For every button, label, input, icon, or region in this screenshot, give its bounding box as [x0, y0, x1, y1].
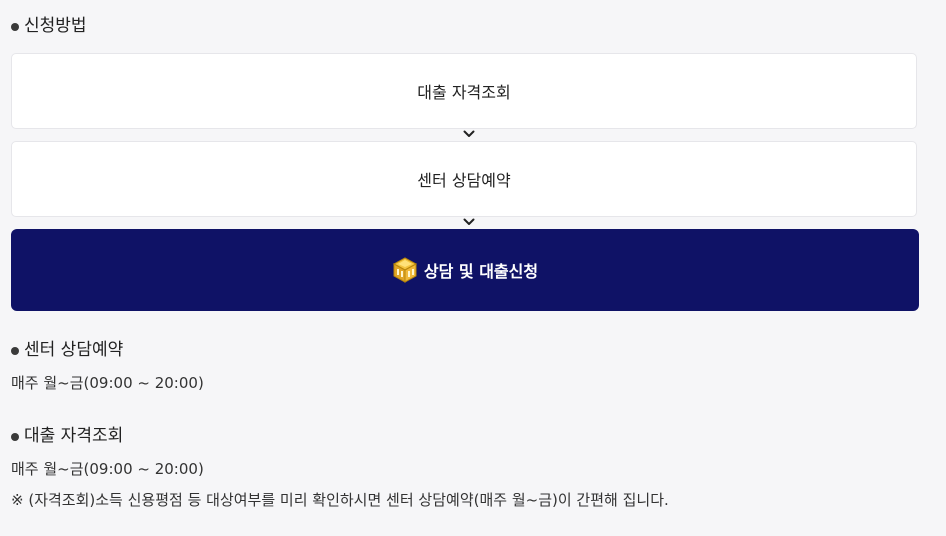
loan-eligibility-hours: 매주 월~금(09:00 ~ 20:00) [11, 460, 204, 478]
consult-and-loan-apply-button[interactable]: 상담 및 대출신청 [11, 229, 919, 311]
step-loan-eligibility: 대출 자격조회 [11, 53, 917, 129]
section-title-center-reservation: 센터 상담예약 [11, 342, 123, 359]
step-center-reservation: 센터 상담예약 [11, 141, 917, 217]
bullet-icon [11, 346, 19, 355]
step-loan-eligibility-label: 대출 자격조회 [417, 83, 511, 102]
building-icon [392, 257, 417, 283]
section-title-center-reservation-label: 센터 상담예약 [24, 340, 124, 360]
chevron-down-icon [463, 218, 475, 225]
consult-and-loan-apply-label: 상담 및 대출신청 [423, 262, 539, 281]
section-title-method-label: 신청방법 [24, 16, 87, 36]
bullet-icon [11, 432, 19, 441]
step-center-reservation-label: 센터 상담예약 [417, 171, 511, 190]
section-title-loan-eligibility-label: 대출 자격조회 [24, 426, 124, 446]
chevron-down-icon [463, 130, 475, 137]
center-reservation-hours: 매주 월~금(09:00 ~ 20:00) [11, 374, 204, 392]
section-title-method: 신청방법 [11, 18, 87, 35]
section-title-loan-eligibility: 대출 자격조회 [11, 428, 123, 445]
bullet-icon [11, 22, 19, 31]
loan-eligibility-note: ※ (자격조회)소득 신용평점 등 대상여부를 미리 확인하시면 센터 상담예약… [11, 491, 669, 509]
